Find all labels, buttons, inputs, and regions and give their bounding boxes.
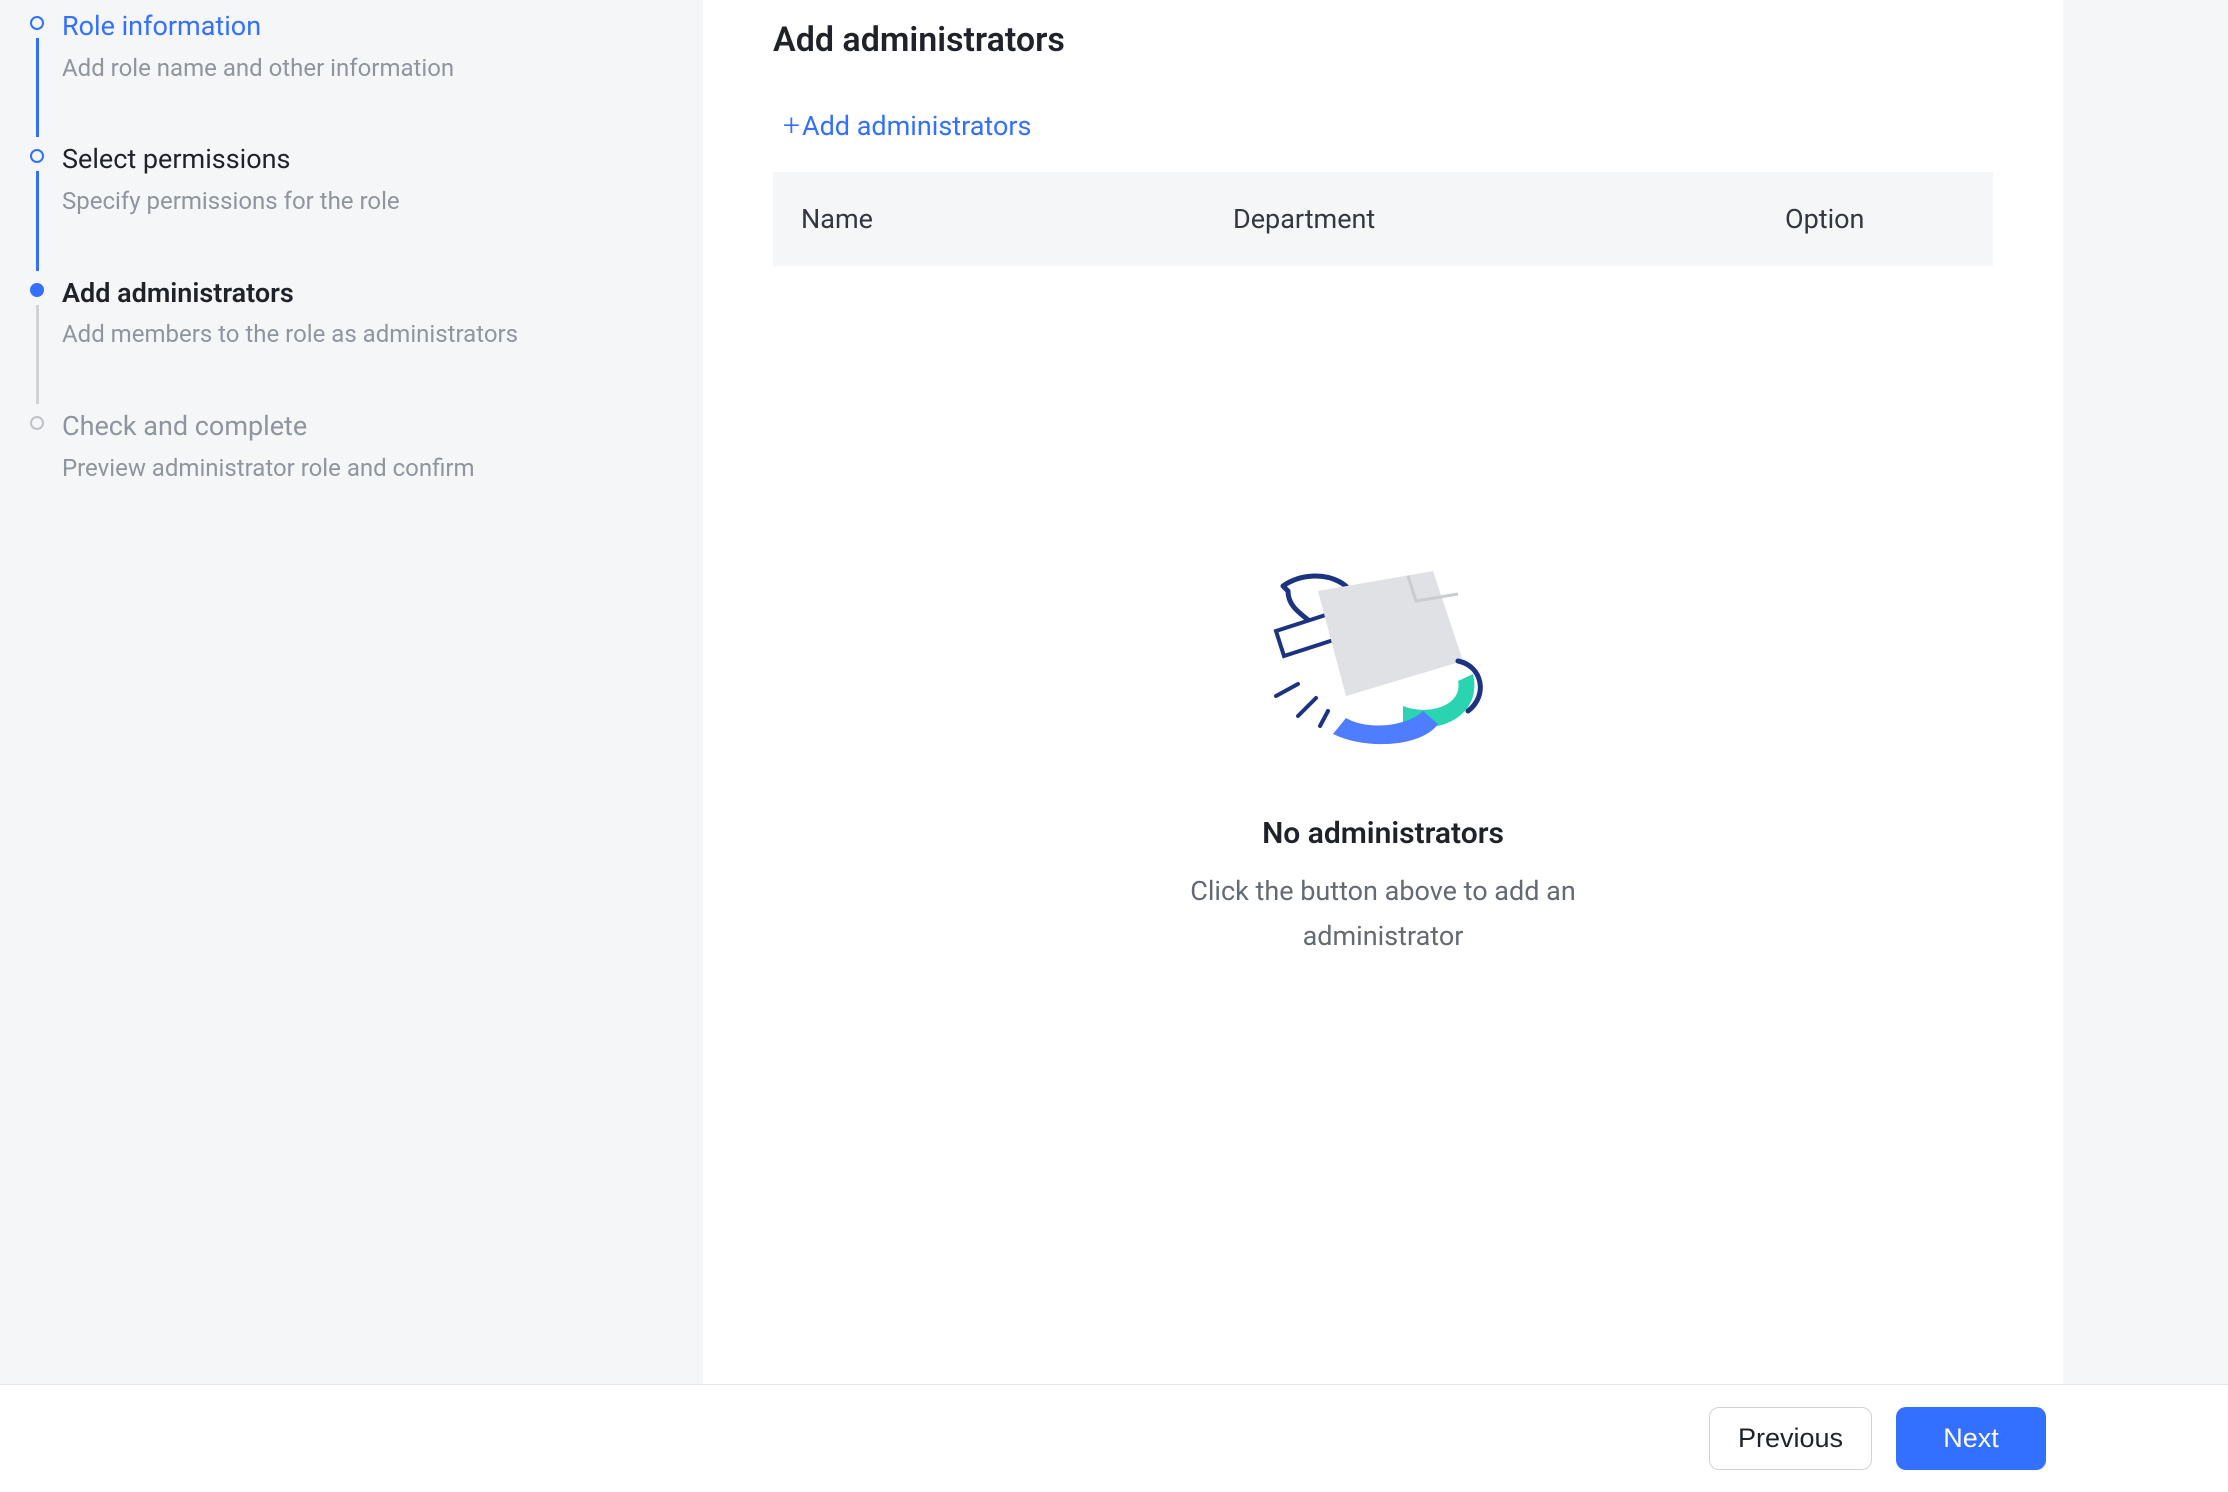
next-button[interactable]: Next bbox=[1896, 1407, 2046, 1470]
step-check-and-complete[interactable]: Check and complete Preview administrator… bbox=[30, 410, 673, 485]
plus-icon: + bbox=[783, 111, 800, 141]
step-marker-active-icon bbox=[30, 283, 44, 297]
page-title: Add administrators bbox=[773, 20, 1993, 60]
empty-state: No administrators Click the button above… bbox=[773, 566, 1993, 958]
step-title: Add administrators bbox=[62, 277, 673, 311]
step-connector-line bbox=[36, 305, 39, 404]
administrators-table: Name Department Option bbox=[773, 172, 1993, 266]
empty-title: No administrators bbox=[773, 816, 1993, 851]
previous-button[interactable]: Previous bbox=[1709, 1407, 1872, 1470]
step-desc: Specify permissions for the role bbox=[62, 185, 673, 219]
column-header-department: Department bbox=[1233, 203, 1785, 235]
empty-illustration-icon bbox=[1258, 566, 1508, 776]
right-gutter bbox=[2063, 0, 2228, 1384]
step-marker-done-icon bbox=[30, 149, 44, 163]
step-desc: Preview administrator role and confirm bbox=[62, 452, 673, 486]
step-title: Select permissions bbox=[62, 143, 673, 177]
step-desc: Add members to the role as administrator… bbox=[62, 318, 673, 352]
column-header-option: Option bbox=[1785, 203, 1993, 235]
step-select-permissions[interactable]: Select permissions Specify permissions f… bbox=[30, 143, 673, 276]
wizard-steps-sidebar: Role information Add role name and other… bbox=[0, 0, 703, 1384]
add-administrators-link[interactable]: + Add administrators bbox=[783, 110, 1031, 142]
table-header-row: Name Department Option bbox=[773, 172, 1993, 266]
step-desc: Add role name and other information bbox=[62, 52, 673, 86]
step-marker-upcoming-icon bbox=[30, 416, 44, 430]
step-title: Check and complete bbox=[62, 410, 673, 444]
step-connector-line bbox=[36, 38, 39, 137]
step-title: Role information bbox=[62, 10, 673, 44]
step-add-administrators[interactable]: Add administrators Add members to the ro… bbox=[30, 277, 673, 410]
add-link-label: Add administrators bbox=[802, 110, 1032, 142]
column-header-name: Name bbox=[773, 203, 1233, 235]
empty-desc: Click the button above to add an adminis… bbox=[1153, 869, 1613, 958]
step-marker-done-icon bbox=[30, 16, 44, 30]
step-role-information[interactable]: Role information Add role name and other… bbox=[30, 10, 673, 143]
wizard-footer: Previous Next bbox=[0, 1384, 2228, 1492]
step-connector-line bbox=[36, 171, 39, 270]
main-panel: Add administrators + Add administrators … bbox=[703, 0, 2063, 1384]
